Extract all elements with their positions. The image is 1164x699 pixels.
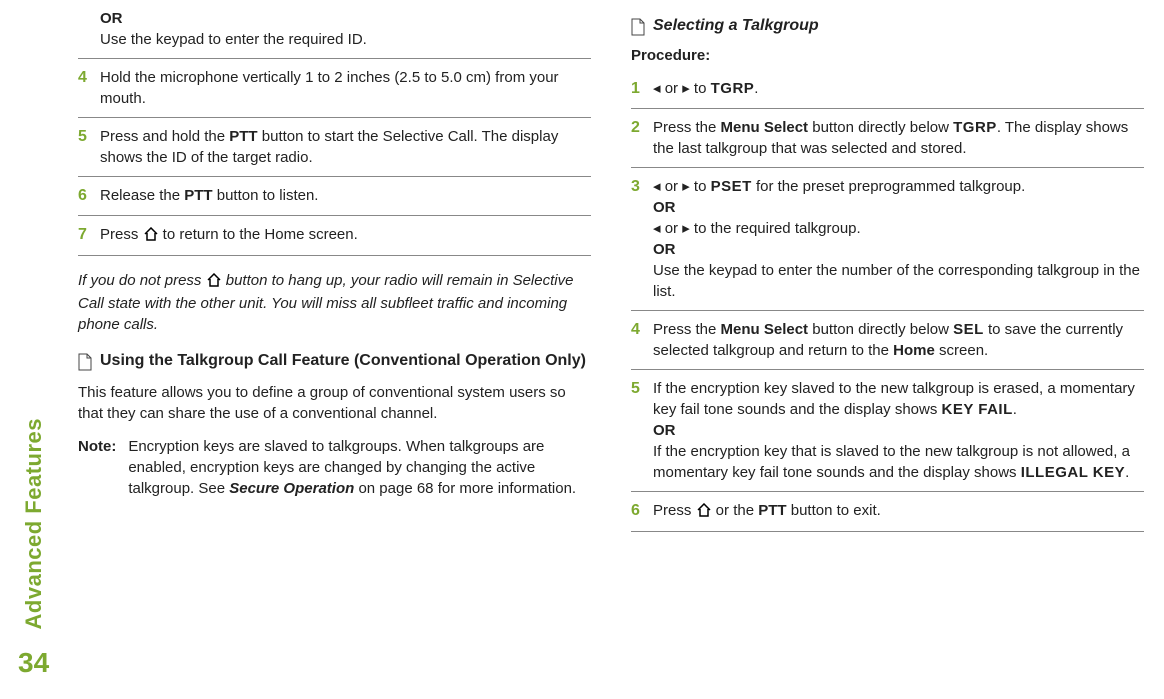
sidebar: Advanced Features 34 [18,418,49,679]
or-label: OR [653,241,676,258]
right-arrow-icon: ▸ [682,220,690,237]
step-2: 2 Press the Menu Select button directly … [631,109,1144,168]
step-number: 7 [78,224,100,247]
note-body: Encryption keys are slaved to talkgroups… [128,436,591,499]
step-number: 4 [631,319,653,361]
step-number: 5 [78,126,100,168]
step-text: If the encryption key slaved to the new … [653,378,1144,483]
left-arrow-icon: ◂ [653,80,661,97]
right-arrow-icon: ▸ [682,80,690,97]
or-label: OR [100,10,123,27]
right-column: Selecting a Talkgroup Procedure: 1 ◂ or … [631,0,1144,699]
step-number: 3 [631,176,653,302]
step-text: Release the PTT button to listen. [100,185,591,207]
left-arrow-icon: ◂ [653,178,661,195]
home-icon [206,272,222,293]
note-label: Note: [78,436,116,499]
right-arrow-icon: ▸ [682,178,690,195]
step-text: Press the Menu Select button directly be… [653,319,1144,361]
body-text: Use the keypad to enter the required ID. [100,31,367,48]
step-1: 1 ◂ or ▸ to TGRP. [631,70,1144,109]
step-text: Press the Menu Select button directly be… [653,117,1144,159]
document-icon [631,18,645,36]
step-3: 3 ◂ or ▸ to PSET for the preset preprogr… [631,168,1144,311]
home-icon [696,502,712,523]
section-label: Advanced Features [21,418,47,629]
step-continuation: OR Use the keypad to enter the required … [78,0,591,59]
section-heading: Selecting a Talkgroup [631,16,1144,37]
step-6: 6 Press or the PTT button to exit. [631,492,1144,532]
step-6: 6 Release the PTT button to listen. [78,177,591,216]
note: Note: Encryption keys are slaved to talk… [78,436,591,499]
document-icon [78,353,92,371]
step-4: 4 Hold the microphone vertically 1 to 2 … [78,59,591,118]
left-column: OR Use the keypad to enter the required … [78,0,591,699]
page-content: OR Use the keypad to enter the required … [78,0,1144,699]
step-text: Hold the microphone vertically 1 to 2 in… [100,67,591,109]
step-5: 5 If the encryption key slaved to the ne… [631,370,1144,492]
step-number: 1 [631,78,653,100]
italic-note: If you do not press button to hang up, y… [78,270,591,335]
step-number: 4 [78,67,100,109]
section-title: Selecting a Talkgroup [653,16,819,37]
step-text: Press to return to the Home screen. [100,224,591,247]
left-arrow-icon: ◂ [653,220,661,237]
body-text: This feature allows you to define a grou… [78,382,591,424]
section-title: Using the Talkgroup Call Feature (Conven… [100,351,586,372]
procedure-label: Procedure: [631,47,1144,64]
step-number: 6 [78,185,100,207]
step-text: ◂ or ▸ to PSET for the preset preprogram… [653,176,1144,302]
step-text: Press or the PTT button to exit. [653,500,1144,523]
step-number: 6 [631,500,653,523]
step-4: 4 Press the Menu Select button directly … [631,311,1144,370]
step-5: 5 Press and hold the PTT button to start… [78,118,591,177]
step-number: 5 [631,378,653,483]
section-heading: Using the Talkgroup Call Feature (Conven… [78,351,591,372]
step-text: ◂ or ▸ to TGRP. [653,78,1144,100]
or-label: OR [653,199,676,216]
or-label: OR [653,422,676,439]
step-text: Press and hold the PTT button to start t… [100,126,591,168]
step-7: 7 Press to return to the Home screen. [78,216,591,256]
step-number: 2 [631,117,653,159]
page-number: 34 [18,647,49,679]
home-icon [143,226,159,247]
